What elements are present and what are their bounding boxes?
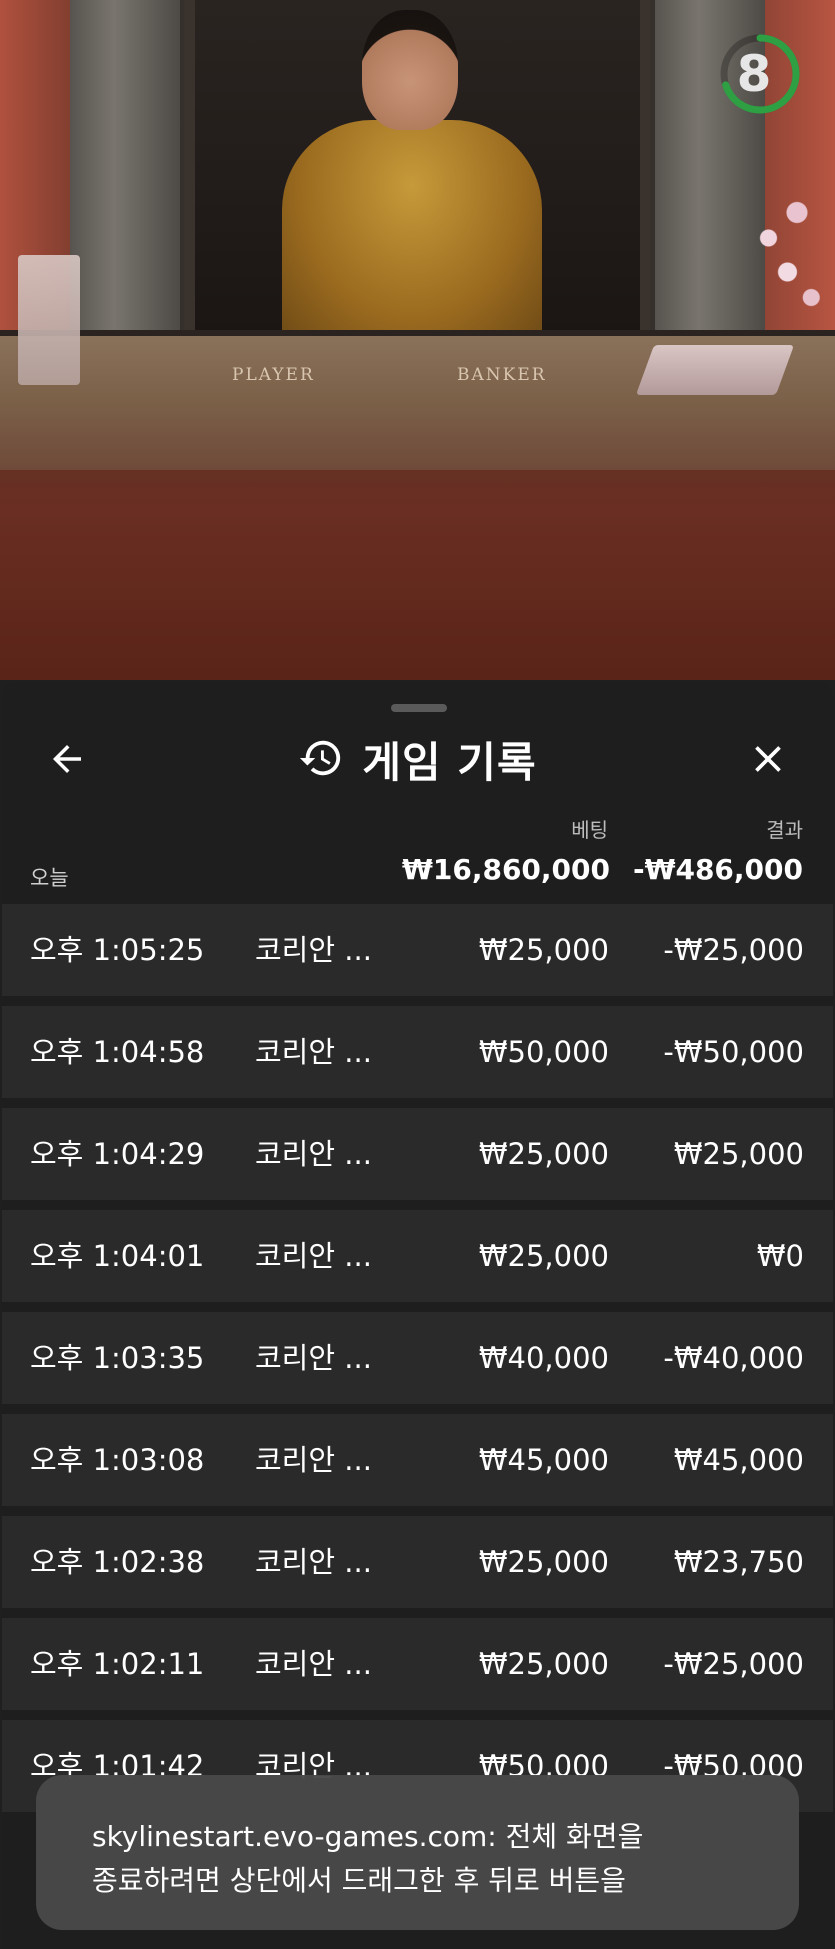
row-bet: ₩40,000 [478, 1341, 609, 1375]
row-time: 오후 1:02:11 [30, 1647, 205, 1681]
result-column-label: 결과 [766, 818, 803, 842]
history-row[interactable]: 오후 1:02:38 코리안 ... ₩25,000 ₩23,750 [2, 1516, 833, 1608]
arrow-left-icon [46, 738, 88, 784]
row-result: -₩25,000 [663, 1647, 804, 1681]
row-game: 코리안 ... [255, 1035, 372, 1069]
row-game: 코리안 ... [255, 1239, 372, 1273]
total-result: -₩486,000 [632, 853, 803, 886]
sheet-drag-handle[interactable] [391, 704, 447, 712]
row-game: 코리안 ... [255, 1137, 372, 1171]
row-result: -₩50,000 [663, 1035, 804, 1069]
history-row[interactable]: 오후 1:02:11 코리안 ... ₩25,000 -₩25,000 [2, 1618, 833, 1710]
table-label-player: PLAYER [232, 365, 315, 385]
row-bet: ₩25,000 [478, 1545, 609, 1579]
row-result: ₩23,750 [673, 1545, 804, 1579]
history-row[interactable]: 오후 1:05:25 코리안 ... ₩25,000 -₩25,000 [2, 904, 833, 996]
back-button[interactable] [38, 736, 96, 786]
toast-line-2: 종료하려면 상단에서 드래그한 후 뒤로 버튼을 [92, 1864, 626, 1897]
row-time: 오후 1:04:01 [30, 1239, 205, 1273]
bet-column-label: 베팅 [571, 818, 608, 842]
row-time: 오후 1:04:29 [30, 1137, 205, 1171]
history-row[interactable]: 오후 1:03:35 코리안 ... ₩40,000 -₩40,000 [2, 1312, 833, 1404]
period-label: 오늘 [30, 866, 69, 890]
game-history-sheet: 게임 기록 베팅 결과 오늘 ₩16,860,000 -₩486,000 오후 … [2, 682, 833, 1949]
row-time: 오후 1:03:35 [30, 1341, 205, 1375]
sheet-header: 게임 기록 [2, 722, 833, 797]
row-game: 코리안 ... [255, 1545, 372, 1579]
fullscreen-toast: skylinestart.evo-games.com: 전체 화면을 종료하려면… [36, 1775, 799, 1930]
row-bet: ₩25,000 [478, 1647, 609, 1681]
history-row[interactable]: 오후 1:04:29 코리안 ... ₩25,000 ₩25,000 [2, 1108, 833, 1200]
total-bet: ₩16,860,000 [401, 853, 610, 886]
dealer [282, 0, 542, 345]
history-row[interactable]: 오후 1:04:58 코리안 ... ₩50,000 -₩50,000 [2, 1006, 833, 1098]
history-row[interactable]: 오후 1:03:08 코리안 ... ₩45,000 ₩45,000 [2, 1414, 833, 1506]
toast-line-1: skylinestart.evo-games.com: 전체 화면을 [92, 1820, 644, 1853]
pillar-left [70, 0, 180, 330]
close-button[interactable] [739, 736, 797, 786]
history-row[interactable]: 오후 1:04:01 코리안 ... ₩25,000 ₩0 [2, 1210, 833, 1302]
row-result: -₩40,000 [663, 1341, 804, 1375]
table-label-banker: BANKER [457, 365, 547, 385]
row-time: 오후 1:03:08 [30, 1443, 205, 1477]
history-list: 오후 1:05:25 코리안 ... ₩25,000 -₩25,000 오후 1… [2, 904, 833, 1822]
row-bet: ₩25,000 [478, 933, 609, 967]
row-bet: ₩25,000 [478, 1239, 609, 1273]
timer-value: 8 [736, 45, 772, 103]
close-icon [746, 737, 790, 785]
row-result: ₩45,000 [673, 1443, 804, 1477]
row-bet: ₩50,000 [478, 1035, 609, 1069]
sheet-title: 게임 기록 [362, 738, 537, 787]
row-game: 코리안 ... [255, 1647, 372, 1681]
row-game: 코리안 ... [255, 933, 372, 967]
row-time: 오후 1:05:25 [30, 933, 205, 967]
blossom-decoration [740, 170, 835, 340]
row-result: ₩25,000 [673, 1137, 804, 1171]
row-bet: ₩45,000 [478, 1443, 609, 1477]
row-game: 코리안 ... [255, 1443, 372, 1477]
row-time: 오후 1:02:38 [30, 1545, 205, 1579]
row-time: 오후 1:04:58 [30, 1035, 205, 1069]
history-icon [298, 735, 344, 785]
card-discard-tray [18, 255, 80, 385]
row-bet: ₩25,000 [478, 1137, 609, 1171]
row-result: ₩0 [756, 1239, 804, 1273]
row-game: 코리안 ... [255, 1341, 372, 1375]
card-shoe [635, 345, 795, 395]
row-result: -₩25,000 [663, 933, 804, 967]
betting-timer: 8 [718, 32, 802, 116]
live-video-stream: PLAYER BANKER 8 [0, 0, 835, 680]
